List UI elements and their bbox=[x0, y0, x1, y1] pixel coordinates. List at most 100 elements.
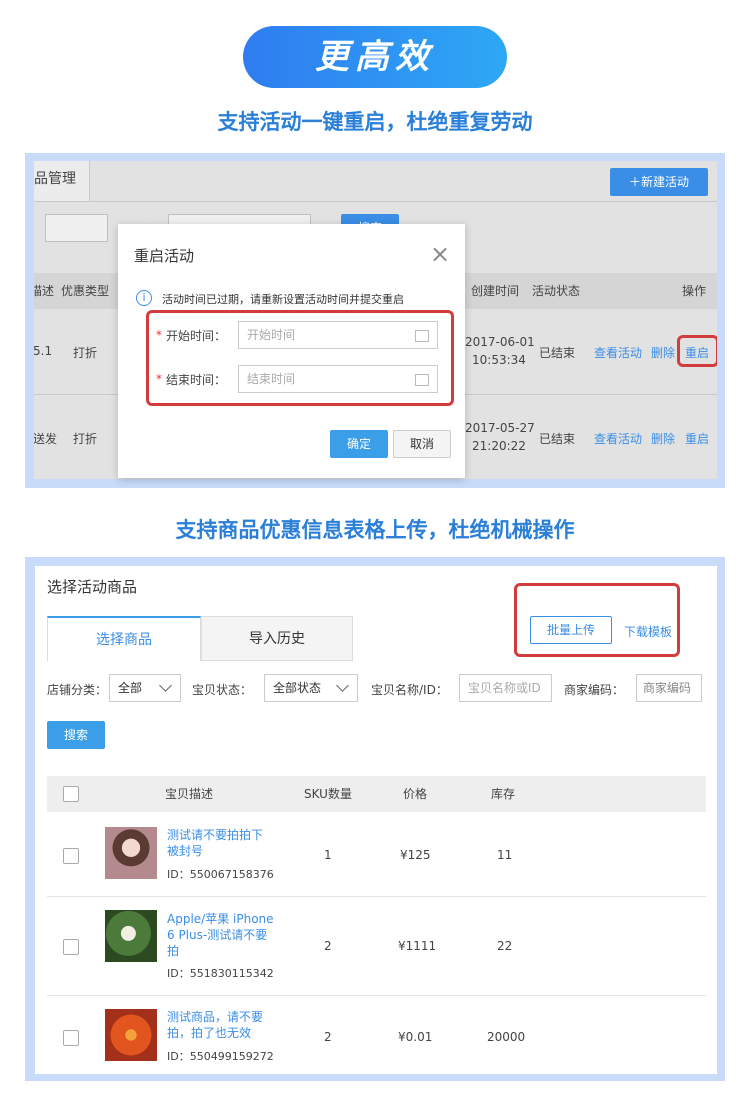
product-title[interactable]: 测试商品，请不要 拍，拍了也无效 bbox=[167, 1009, 263, 1041]
row-desc: 送发 bbox=[34, 432, 58, 446]
table-row: 测试商品，请不要 拍，拍了也无效 ID：550499159272 2 ¥0.01… bbox=[47, 996, 706, 1074]
title-line: 6 Plus-测试请不要 bbox=[167, 928, 268, 942]
subtitle-restart: 支持活动一键重启，杜绝重复劳动 bbox=[217, 110, 533, 134]
input-placeholder: 宝贝名称或ID bbox=[468, 681, 541, 695]
search-button[interactable]: 搜索 bbox=[47, 721, 105, 749]
title-line: Apple/苹果 iPhone bbox=[167, 912, 274, 926]
col-sku: SKU数量 bbox=[304, 787, 352, 801]
name-search-input[interactable]: 宝贝名称或ID bbox=[459, 674, 552, 702]
product-thumbnail[interactable] bbox=[105, 910, 157, 962]
dialog-title: 重启活动 bbox=[134, 247, 195, 265]
select-all-checkbox[interactable] bbox=[63, 786, 79, 802]
product-id: ID：551830115342 bbox=[167, 967, 274, 980]
dialog-info-text: 活动时间已过期，请重新设置活动时间并提交重启 bbox=[162, 293, 404, 306]
end-time-placeholder: 结束时间 bbox=[247, 372, 296, 386]
product-id: ID：550499159272 bbox=[167, 1050, 274, 1063]
row-created-date: 2017-06-01 bbox=[465, 335, 535, 349]
confirm-button[interactable]: 确定 bbox=[330, 430, 388, 458]
tab-product-management[interactable]: 品管理 bbox=[34, 161, 90, 201]
chevron-down-icon bbox=[159, 679, 172, 692]
col-description: 宝贝描述 bbox=[165, 787, 214, 801]
select-value: 全部状态 bbox=[273, 681, 322, 695]
section-heading: 选择活动商品 bbox=[47, 578, 138, 596]
start-time-input[interactable]: 开始时间 bbox=[238, 321, 438, 349]
product-thumbnail[interactable] bbox=[105, 827, 157, 879]
restart-link[interactable]: 重启 bbox=[685, 344, 709, 361]
tab-import-history[interactable]: 导入历史 bbox=[201, 616, 353, 661]
start-time-placeholder: 开始时间 bbox=[247, 328, 296, 342]
shop-category-select[interactable]: 全部 bbox=[109, 674, 181, 702]
row-type: 打折 bbox=[73, 346, 98, 360]
row-desc: 5.1 bbox=[34, 344, 53, 358]
restart-link[interactable]: 重启 bbox=[685, 430, 709, 447]
batch-upload-button[interactable]: 批量上传 bbox=[530, 616, 612, 644]
price: ¥1111 bbox=[398, 939, 437, 953]
required-mark: * bbox=[156, 328, 162, 342]
info-icon: i bbox=[136, 290, 152, 306]
tab-select-products[interactable]: 选择商品 bbox=[47, 616, 201, 661]
product-id: ID：550067158376 bbox=[167, 868, 274, 881]
col-created: 创建时间 bbox=[471, 284, 520, 298]
stock: 20000 bbox=[487, 1030, 526, 1044]
product-thumbnail[interactable] bbox=[105, 1009, 157, 1061]
row-checkbox[interactable] bbox=[63, 848, 79, 864]
shop-category-label: 店铺分类： bbox=[47, 683, 108, 697]
sku-count: 2 bbox=[324, 1030, 332, 1044]
delete-link[interactable]: 删除 bbox=[651, 430, 675, 447]
download-template-link[interactable]: 下载模板 bbox=[624, 623, 672, 640]
price: ¥125 bbox=[400, 848, 431, 862]
sku-count: 1 bbox=[324, 848, 332, 862]
input-placeholder: 商家编码 bbox=[643, 681, 692, 695]
new-activity-button[interactable]: ＋新建活动 bbox=[610, 168, 708, 196]
stock: 22 bbox=[497, 939, 513, 953]
start-time-label: 开始时间： bbox=[166, 329, 227, 343]
row-type: 打折 bbox=[73, 432, 98, 446]
filter-input[interactable] bbox=[45, 214, 108, 242]
price: ¥0.01 bbox=[398, 1030, 433, 1044]
delete-link[interactable]: 删除 bbox=[651, 344, 675, 361]
close-icon[interactable]: × bbox=[430, 242, 450, 266]
status-label: 宝贝状态： bbox=[192, 683, 253, 697]
name-label: 宝贝名称/ID： bbox=[371, 683, 448, 697]
title-line: 被封号 bbox=[167, 844, 204, 858]
col-actions: 操作 bbox=[682, 284, 707, 298]
merchant-code-input[interactable]: 商家编码 bbox=[636, 674, 702, 702]
row-checkbox[interactable] bbox=[63, 1030, 79, 1046]
row-checkbox[interactable] bbox=[63, 939, 79, 955]
select-value: 全部 bbox=[118, 681, 143, 695]
row-status: 已结束 bbox=[539, 346, 576, 360]
row-status: 已结束 bbox=[539, 432, 576, 446]
col-price: 价格 bbox=[403, 787, 428, 801]
chevron-down-icon bbox=[336, 679, 349, 692]
title-line: 测试商品，请不要 bbox=[167, 1010, 264, 1024]
select-products-screen: 选择活动商品 选择商品 导入历史 批量上传 下载模板 店铺分类： 全部 宝贝状态… bbox=[35, 566, 717, 1074]
end-time-input[interactable]: 结束时间 bbox=[238, 365, 438, 393]
title-line: 拍 bbox=[167, 944, 180, 958]
stock: 11 bbox=[497, 848, 513, 862]
title-line: 拍，拍了也无效 bbox=[167, 1026, 252, 1040]
table-header: 宝贝描述 SKU数量 价格 库存 bbox=[47, 776, 706, 812]
required-mark: * bbox=[156, 372, 162, 386]
restart-activity-dialog: 重启活动 × i 活动时间已过期，请重新设置活动时间并提交重启 * 开始时间： … bbox=[118, 224, 465, 478]
subtitle-upload: 支持商品优惠信息表格上传，杜绝机械操作 bbox=[175, 518, 575, 542]
row-created-time: 10:53:34 bbox=[472, 353, 526, 367]
banner-title: 更高效 bbox=[243, 26, 507, 88]
table-row: 测试请不要拍拍下 被封号 ID：550067158376 1 ¥125 11 bbox=[47, 812, 706, 896]
product-title[interactable]: 测试请不要拍拍下 被封号 bbox=[167, 827, 263, 859]
row-created-time: 21:20:22 bbox=[472, 439, 526, 453]
col-type: 优惠类型 bbox=[61, 284, 110, 298]
sku-count: 2 bbox=[324, 939, 332, 953]
cancel-button[interactable]: 取消 bbox=[393, 430, 451, 458]
calendar-icon[interactable] bbox=[415, 330, 429, 342]
row-created-date: 2017-05-27 bbox=[465, 421, 535, 435]
tab-label: 品管理 bbox=[34, 171, 76, 187]
view-activity-link[interactable]: 查看活动 bbox=[594, 344, 642, 361]
product-title[interactable]: Apple/苹果 iPhone 6 Plus-测试请不要 拍 bbox=[167, 911, 274, 959]
tab-label: 选择商品 bbox=[96, 632, 152, 648]
item-status-select[interactable]: 全部状态 bbox=[264, 674, 358, 702]
title-line: 测试请不要拍拍下 bbox=[167, 828, 264, 842]
end-time-label: 结束时间： bbox=[166, 373, 227, 387]
calendar-icon[interactable] bbox=[415, 374, 429, 386]
view-activity-link[interactable]: 查看活动 bbox=[594, 430, 642, 447]
table-row: Apple/苹果 iPhone 6 Plus-测试请不要 拍 ID：551830… bbox=[47, 897, 706, 995]
